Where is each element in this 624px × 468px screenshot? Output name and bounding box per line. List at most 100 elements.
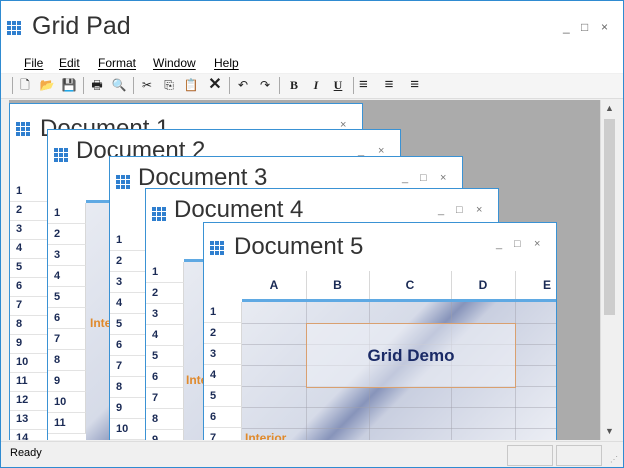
underline-button[interactable]: U xyxy=(330,77,346,93)
row-header[interactable]: 1 xyxy=(48,203,86,224)
row-header[interactable]: 4 xyxy=(10,238,48,259)
row-header[interactable]: 3 xyxy=(204,344,242,365)
row-header[interactable]: 9 xyxy=(10,333,48,354)
row-header[interactable]: 3 xyxy=(10,219,48,240)
vertical-scrollbar[interactable]: ▲ ▼ xyxy=(600,100,618,440)
toolbar-separator xyxy=(229,77,230,94)
row-header[interactable]: 2 xyxy=(110,251,148,272)
row-header[interactable]: 5 xyxy=(48,287,86,308)
row-header[interactable]: 10 xyxy=(48,392,86,413)
row-header[interactable]: 9 xyxy=(48,371,86,392)
new-file-icon[interactable]: 🗋 xyxy=(17,77,33,93)
row-header[interactable]: 8 xyxy=(146,409,184,430)
doc-close-button[interactable]: × xyxy=(534,238,540,250)
column-header[interactable]: E xyxy=(515,271,556,299)
minimize-button[interactable]: _ xyxy=(563,20,570,34)
print-preview-icon[interactable]: 🔍 xyxy=(111,77,127,93)
align-right-icon[interactable]: ≡ xyxy=(403,77,419,93)
scroll-thumb[interactable] xyxy=(604,119,615,315)
row-header[interactable]: 8 xyxy=(10,314,48,335)
column-header[interactable]: A xyxy=(242,271,307,299)
document-window-5[interactable]: Document 5 _ □ × A B C D E Grid Demo Int… xyxy=(203,222,557,440)
row-header[interactable]: 5 xyxy=(10,257,48,278)
row-header[interactable]: 7 xyxy=(110,356,148,377)
column-header[interactable]: C xyxy=(369,271,452,299)
copy-icon[interactable]: ⎘ xyxy=(161,77,177,93)
row-header[interactable]: 2 xyxy=(204,323,242,344)
doc-close-button[interactable]: × xyxy=(440,172,446,184)
undo-icon[interactable]: ↶ xyxy=(235,77,251,93)
row-header[interactable]: 2 xyxy=(48,224,86,245)
column-header[interactable]: D xyxy=(451,271,516,299)
row-header[interactable]: 5 xyxy=(110,314,148,335)
row-header[interactable]: 6 xyxy=(10,276,48,297)
row-header[interactable]: 2 xyxy=(10,200,48,221)
close-button[interactable]: × xyxy=(601,20,608,34)
row-header[interactable]: 2 xyxy=(146,283,184,304)
align-center-icon[interactable]: ≡ xyxy=(381,77,397,93)
menu-file[interactable]: File xyxy=(24,56,43,70)
row-header[interactable]: 6 xyxy=(204,407,242,428)
save-icon[interactable]: 💾 xyxy=(61,77,77,93)
row-header[interactable]: 11 xyxy=(48,413,86,434)
row-header[interactable]: 13 xyxy=(10,409,48,430)
row-header[interactable]: 3 xyxy=(48,245,86,266)
row-header[interactable]: 14 xyxy=(10,428,48,440)
row-header[interactable]: 1 xyxy=(110,230,148,251)
row-header[interactable]: 3 xyxy=(110,272,148,293)
doc-close-button[interactable]: × xyxy=(476,204,482,216)
doc-minimize-button[interactable]: _ xyxy=(438,204,444,216)
menu-format[interactable]: Format xyxy=(98,56,136,70)
row-header[interactable]: 9 xyxy=(146,430,184,440)
row-header[interactable]: 7 xyxy=(48,329,86,350)
italic-button[interactable]: I xyxy=(308,77,324,93)
row-header[interactable]: 7 xyxy=(146,388,184,409)
menu-window[interactable]: Window xyxy=(153,56,196,70)
bold-button[interactable]: B xyxy=(286,77,302,93)
align-left-icon[interactable]: ≡ xyxy=(359,77,375,93)
resize-grip-icon[interactable]: ⋰ xyxy=(610,455,620,465)
row-header[interactable]: 6 xyxy=(48,308,86,329)
row-header[interactable]: 6 xyxy=(110,335,148,356)
delete-icon[interactable]: ✕ xyxy=(207,77,223,93)
row-header[interactable]: 12 xyxy=(10,390,48,411)
row-header[interactable]: 1 xyxy=(146,262,184,283)
column-header[interactable]: B xyxy=(306,271,370,299)
menu-help[interactable]: Help xyxy=(214,56,239,70)
maximize-button[interactable]: □ xyxy=(581,20,588,34)
row-header[interactable]: 10 xyxy=(10,352,48,373)
doc-minimize-button[interactable]: _ xyxy=(402,172,408,184)
doc-maximize-button[interactable]: □ xyxy=(420,172,427,184)
print-icon[interactable]: 🖶 xyxy=(89,77,105,93)
row-header[interactable]: 9 xyxy=(110,398,148,419)
row-header[interactable]: 3 xyxy=(146,304,184,325)
scroll-up-icon[interactable]: ▲ xyxy=(601,100,618,117)
paste-icon[interactable]: 📋 xyxy=(183,77,199,93)
row-header[interactable]: 7 xyxy=(204,428,242,440)
scroll-down-icon[interactable]: ▼ xyxy=(601,423,618,440)
doc-minimize-button[interactable]: _ xyxy=(496,238,502,250)
row-header[interactable]: 11 xyxy=(10,371,48,392)
row-header[interactable]: 8 xyxy=(48,350,86,371)
menu-edit[interactable]: Edit xyxy=(59,56,80,70)
doc-maximize-button[interactable]: □ xyxy=(514,238,521,250)
cell-area[interactable]: Grid Demo Interior xyxy=(242,302,556,440)
row-header[interactable]: 1 xyxy=(204,302,242,323)
row-header[interactable]: 4 xyxy=(204,365,242,386)
doc-maximize-button[interactable]: □ xyxy=(456,204,463,216)
row-header[interactable]: 4 xyxy=(110,293,148,314)
open-folder-icon[interactable]: 📂 xyxy=(39,77,55,93)
merged-cell[interactable]: Grid Demo xyxy=(306,323,516,388)
redo-icon[interactable]: ↷ xyxy=(257,77,273,93)
row-header[interactable]: 1 xyxy=(10,181,48,202)
row-header[interactable]: 10 xyxy=(110,419,148,440)
row-header[interactable]: 4 xyxy=(48,266,86,287)
spreadsheet-grid[interactable]: A B C D E Grid Demo Interior 1 2 3 4 5 6… xyxy=(204,271,556,440)
row-header[interactable]: 6 xyxy=(146,367,184,388)
row-header[interactable]: 7 xyxy=(10,295,48,316)
cut-icon[interactable]: ✂ xyxy=(139,77,155,93)
row-header[interactable]: 5 xyxy=(204,386,242,407)
row-header[interactable]: 8 xyxy=(110,377,148,398)
row-header[interactable]: 4 xyxy=(146,325,184,346)
row-header[interactable]: 5 xyxy=(146,346,184,367)
